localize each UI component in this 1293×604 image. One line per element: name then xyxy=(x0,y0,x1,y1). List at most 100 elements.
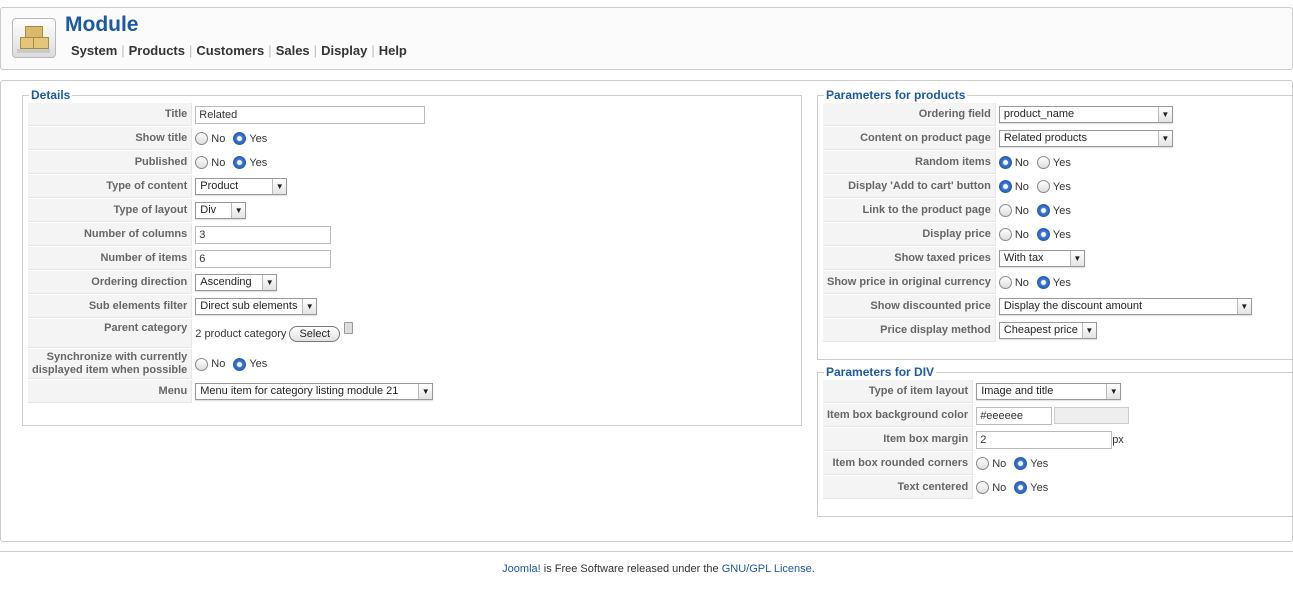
radio-label-no: No xyxy=(1014,228,1029,241)
select-value: Ascending xyxy=(200,276,252,288)
chevron-down-icon: ▼ xyxy=(272,179,287,194)
number-of-columns-label: Number of columns xyxy=(28,223,193,246)
rounded-no-radio[interactable] xyxy=(976,457,990,470)
centered-yes-radio[interactable] xyxy=(1014,481,1028,494)
original-currency-label: Show price in original currency xyxy=(823,271,996,294)
number-of-items-label: Number of items xyxy=(28,247,193,270)
type-of-layout-select[interactable]: Div ▼ xyxy=(195,202,247,219)
title-input[interactable] xyxy=(195,105,426,124)
details-table: Title Show title No Yes Published No Yes T… xyxy=(27,102,436,404)
select-value: Related products xyxy=(1003,132,1087,144)
sync-no-radio[interactable] xyxy=(195,357,209,371)
title-label: Title xyxy=(28,103,193,126)
link-yes-radio[interactable] xyxy=(1036,204,1050,217)
item-layout-label: Type of item layout xyxy=(823,380,974,403)
radio-label-no: No xyxy=(1014,180,1029,193)
chevron-down-icon: ▼ xyxy=(262,275,277,290)
products-table: Ordering field product_name ▼ Content on … xyxy=(822,102,1255,343)
sync-yes-radio[interactable] xyxy=(233,357,247,371)
margin-unit: px xyxy=(1112,433,1124,446)
radio-label-yes: Yes xyxy=(249,358,268,370)
type-of-layout-label: Type of layout xyxy=(28,199,193,222)
radio-label-yes: Yes xyxy=(249,132,268,145)
price-display-method-select[interactable]: Cheapest price ▼ xyxy=(998,322,1097,339)
display-price-label: Display price xyxy=(823,223,996,246)
select-value: Menu item for category listing module 21 xyxy=(200,385,399,397)
chevron-down-icon: ▼ xyxy=(1081,323,1096,338)
products-panel: Parameters for products Ordering field p… xyxy=(817,88,1293,360)
menu-item-display[interactable]: Display xyxy=(317,43,371,58)
chevron-down-icon: ▼ xyxy=(1069,251,1084,266)
show-taxed-prices-label: Show taxed prices xyxy=(823,247,996,270)
ordering-field-label: Ordering field xyxy=(823,103,996,126)
show-taxed-prices-select[interactable]: With tax ▼ xyxy=(998,250,1085,267)
radio-label-yes: Yes xyxy=(1052,228,1071,241)
show-title-yes-radio[interactable] xyxy=(233,132,247,145)
div-legend: Parameters for DIV xyxy=(826,365,935,379)
menu-item-help[interactable]: Help xyxy=(375,43,411,58)
ordering-direction-label: Ordering direction xyxy=(28,271,193,294)
link-to-product-page-label: Link to the product page xyxy=(823,199,996,222)
menu-item-customers[interactable]: Customers xyxy=(192,43,268,58)
content-on-product-page-select[interactable]: Related products ▼ xyxy=(998,130,1173,147)
parent-category-value: 2 product category xyxy=(195,327,287,340)
centered-no-radio[interactable] xyxy=(976,481,990,494)
sub-elements-filter-select[interactable]: Direct sub elements ▼ xyxy=(195,298,318,315)
published-yes-radio[interactable] xyxy=(233,156,247,169)
rounded-corners-label: Item box rounded corners xyxy=(823,452,974,475)
footer-end: . xyxy=(811,563,815,575)
div-panel: Parameters for DIV Type of item layout I… xyxy=(817,365,1293,517)
published-no-radio[interactable] xyxy=(195,156,209,169)
select-value: Product xyxy=(200,180,239,192)
ordering-direction-select[interactable]: Ascending ▼ xyxy=(195,274,278,291)
select-value: product_name xyxy=(1003,108,1075,120)
menu-item-products[interactable]: Products xyxy=(125,43,189,58)
item-box-margin-label: Item box margin xyxy=(823,428,974,451)
add-to-cart-no-radio[interactable] xyxy=(998,180,1012,193)
show-discounted-price-select[interactable]: Display the discount amount ▼ xyxy=(998,298,1252,315)
rounded-yes-radio[interactable] xyxy=(1014,457,1028,470)
add-to-cart-yes-radio[interactable] xyxy=(1036,180,1050,193)
published-label: Published xyxy=(28,151,193,174)
show-title-label: Show title xyxy=(28,127,193,150)
random-items-yes-radio[interactable] xyxy=(1036,156,1050,169)
chevron-down-icon: ▼ xyxy=(1106,384,1121,399)
menu-item-sales[interactable]: Sales xyxy=(272,43,314,58)
type-of-content-select[interactable]: Product ▼ xyxy=(195,178,288,195)
ordering-field-select[interactable]: product_name ▼ xyxy=(998,106,1173,123)
footer: Joomla! is Free Software released under … xyxy=(0,563,1293,575)
display-price-no-radio[interactable] xyxy=(998,228,1012,241)
sync-label-line-2: displayed item when possible xyxy=(32,363,188,376)
display-price-yes-radio[interactable] xyxy=(1036,228,1050,241)
number-of-items-input[interactable] xyxy=(195,249,332,268)
chevron-down-icon: ▼ xyxy=(1157,107,1172,122)
page-title: Module xyxy=(65,13,139,36)
select-value: With tax xyxy=(1003,252,1044,264)
random-items-no-radio[interactable] xyxy=(998,156,1012,169)
select-value: Cheapest price xyxy=(1003,324,1078,336)
trash-icon[interactable] xyxy=(344,321,354,334)
menu-item-system[interactable]: System xyxy=(67,43,121,58)
footer-text: is Free Software released under the xyxy=(540,563,722,575)
item-layout-select[interactable]: Image and title ▼ xyxy=(976,383,1122,400)
original-currency-no-radio[interactable] xyxy=(998,276,1012,289)
select-button[interactable]: Select xyxy=(289,325,341,342)
sync-label: Synchronize with currently displayed item… xyxy=(28,349,193,379)
bg-color-input[interactable] xyxy=(976,406,1053,425)
number-of-columns-input[interactable] xyxy=(195,225,332,244)
menu-select[interactable]: Menu item for category listing module 21… xyxy=(195,383,434,400)
license-link[interactable]: GNU/GPL License xyxy=(722,563,812,575)
random-items-label: Random items xyxy=(823,151,996,174)
link-no-radio[interactable] xyxy=(998,204,1012,217)
show-title-no-radio[interactable] xyxy=(195,132,209,145)
color-swatch[interactable] xyxy=(1054,407,1130,425)
select-value: Display the discount amount xyxy=(1003,300,1143,312)
details-legend: Details xyxy=(31,88,71,102)
radio-label-no: No xyxy=(211,358,226,370)
original-currency-yes-radio[interactable] xyxy=(1036,276,1050,289)
joomla-link[interactable]: Joomla! xyxy=(502,563,541,575)
item-box-margin-input[interactable] xyxy=(976,430,1113,449)
products-legend: Parameters for products xyxy=(826,88,966,102)
module-logo-icon xyxy=(12,18,56,58)
radio-label-yes: Yes xyxy=(1052,204,1071,217)
